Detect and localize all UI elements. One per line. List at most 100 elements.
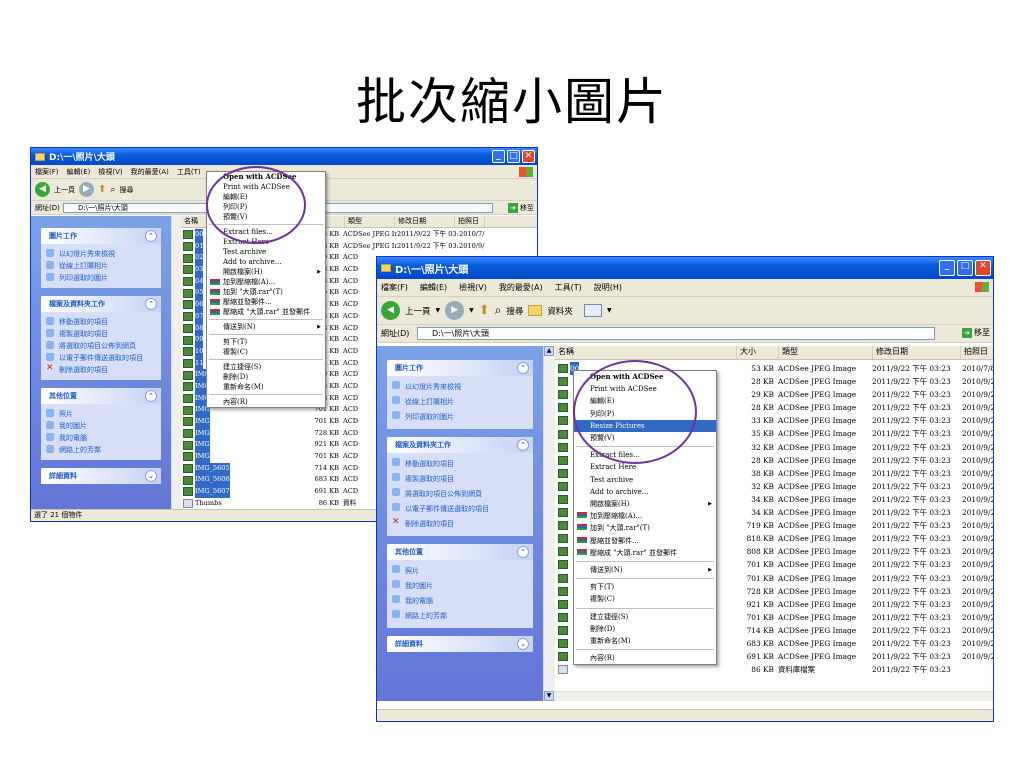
context-menu-item[interactable]: 剪下(T) [574, 581, 716, 593]
back-arrow-icon[interactable]: ◀ [381, 301, 400, 320]
horizontal-scrollbar[interactable] [555, 691, 993, 701]
menu-edit[interactable]: 編輯(E) [67, 167, 91, 177]
back-button-label[interactable]: 上一頁 [54, 185, 75, 195]
task-link[interactable]: 從線上訂購相片 [387, 395, 533, 410]
go-button[interactable]: ➔ 移至 [962, 327, 990, 338]
context-menu-item[interactable]: 壓縮成 "大頭.rar" 並發郵件 [207, 307, 325, 317]
task-link[interactable]: 從線上訂購相片 [41, 260, 161, 272]
chevron-icon[interactable]: ⌃ [517, 362, 529, 374]
search-icon[interactable]: ⌕ [110, 185, 115, 195]
task-link[interactable]: 列印選取的圖片 [387, 410, 533, 425]
search-icon[interactable]: ⌕ [495, 303, 502, 318]
context-menu-item[interactable]: 開啟檔案(H) ▶ [574, 498, 716, 510]
context-menu-item[interactable]: Add to archive... [207, 257, 325, 267]
up-folder-icon[interactable]: ⬆ [479, 303, 490, 318]
task-link[interactable]: 以電子郵件傳送選取的項目 [387, 502, 533, 517]
title-bar[interactable]: D:\一\照片\大頭 _ □ ✕ [377, 257, 993, 279]
menu-file[interactable]: 檔案(F) [381, 282, 408, 293]
task-link[interactable]: 網路上的芳鄰 [387, 609, 533, 624]
chevron-icon[interactable]: ⌄ [145, 470, 157, 482]
task-link[interactable]: 將選取的項目公佈到網頁 [387, 487, 533, 502]
search-button-label[interactable]: 搜尋 [119, 185, 133, 195]
task-pane-scrollbar[interactable]: ▲ ▼ [543, 346, 555, 701]
forward-arrow-icon[interactable]: ▶ [79, 182, 94, 197]
chevron-icon[interactable]: ⌃ [145, 230, 157, 242]
context-menu-item[interactable]: 傳送到(N) ▶ [574, 564, 716, 576]
menu-file[interactable]: 檔案(F) [35, 167, 59, 177]
task-panel-header[interactable]: 其他位置 ⌃ [387, 544, 533, 560]
context-menu-item[interactable]: 重新命名(M) [574, 635, 716, 647]
menu-tools[interactable]: 工具(T) [177, 167, 201, 177]
column-header[interactable]: 類型 [345, 216, 395, 227]
task-link[interactable]: 複製選取的項目 [41, 328, 161, 340]
task-link[interactable]: 我的圖片 [41, 420, 161, 432]
scroll-up-icon[interactable]: ▲ [544, 346, 554, 356]
task-pane-scrollbar[interactable] [171, 216, 181, 511]
close-button[interactable]: ✕ [522, 150, 535, 163]
task-link[interactable]: 我的電腦 [41, 432, 161, 444]
title-bar[interactable]: D:\一\照片\大頭 _ □ ✕ [31, 148, 537, 165]
menu-favorites[interactable]: 我的最愛(A) [499, 282, 543, 293]
context-menu-item[interactable]: Test archive [207, 247, 325, 257]
menu-help[interactable]: 說明(H) [594, 282, 622, 293]
task-link[interactable]: 將選取的項目公佈到網頁 [41, 340, 161, 352]
task-panel-header[interactable]: 檔案及資料夾工作 ⌃ [41, 296, 161, 312]
context-menu-item[interactable]: 刪除(D) [207, 372, 325, 382]
context-menu-item[interactable]: 壓縮成 "大頭.rar" 並發郵件 [574, 547, 716, 559]
chevron-icon[interactable]: ⌃ [517, 546, 529, 558]
chevron-icon[interactable]: ⌄ [517, 638, 529, 650]
task-link[interactable]: 照片 [41, 408, 161, 420]
back-arrow-icon[interactable]: ◀ [35, 182, 50, 197]
task-link[interactable]: 刪除選取的項目 [41, 363, 161, 376]
go-button[interactable]: ➔ 移至 [508, 203, 534, 213]
column-header[interactable]: 拍照日 [961, 346, 993, 359]
column-header[interactable]: 名稱 [555, 346, 737, 359]
column-header[interactable]: 大小 [737, 346, 779, 359]
task-link[interactable]: 列印選取的圖片 [41, 272, 161, 284]
task-link[interactable]: 網路上的芳鄰 [41, 444, 161, 456]
folders-icon[interactable] [528, 305, 543, 316]
task-link[interactable]: 移動選取的項目 [41, 316, 161, 328]
address-input[interactable]: D:\一\照片\大頭 [417, 327, 935, 340]
task-link[interactable]: 以幻燈片秀來檢視 [41, 248, 161, 260]
minimize-button[interactable]: _ [492, 150, 505, 163]
context-menu-item[interactable]: 壓縮並發郵件... [574, 535, 716, 547]
views-icon[interactable] [583, 304, 602, 317]
chevron-icon[interactable]: ⌃ [145, 390, 157, 402]
context-menu-item[interactable]: 加到壓縮檔(A)... [207, 277, 325, 287]
context-menu-item[interactable]: 重新命名(M) [207, 382, 325, 392]
menu-edit[interactable]: 編輯(E) [420, 282, 447, 293]
context-menu-item[interactable]: Test archive [574, 474, 716, 486]
column-header[interactable]: 拍照日 [455, 216, 485, 227]
up-folder-icon[interactable]: ⬆ [98, 184, 106, 195]
context-menu-item[interactable]: 傳送到(N) ▶ [207, 322, 325, 332]
context-menu-item[interactable]: 壓縮並發郵件... [207, 297, 325, 307]
menu-tools[interactable]: 工具(T) [555, 282, 582, 293]
task-link[interactable]: 複製選取的項目 [387, 472, 533, 487]
context-menu-item[interactable]: 內容(R) [574, 652, 716, 664]
forward-arrow-icon[interactable]: ▶ [445, 301, 465, 320]
context-menu-item[interactable]: 複製(C) [574, 593, 716, 605]
maximize-button[interactable]: □ [957, 260, 973, 276]
task-link[interactable]: 照片 [387, 564, 533, 579]
task-panel-header[interactable]: 檔案及資料夾工作 ⌃ [387, 437, 533, 453]
task-link[interactable]: 移動選取的項目 [387, 457, 533, 472]
context-menu-item[interactable]: Add to archive... [574, 486, 716, 498]
search-button-label[interactable]: 搜尋 [506, 305, 523, 317]
menu-favorites[interactable]: 我的最愛(A) [131, 167, 169, 177]
chevron-icon[interactable]: ⌃ [145, 298, 157, 310]
column-header[interactable]: 修改日期 [873, 346, 961, 359]
context-menu-item[interactable]: 建立捷徑(S) [574, 611, 716, 623]
column-header[interactable]: 類型 [779, 346, 873, 359]
context-menu-item[interactable]: 加到壓縮檔(A)... [574, 510, 716, 522]
task-link[interactable]: 我的圖片 [387, 579, 533, 594]
context-menu-item[interactable]: 加到 "大頭.rar"(T) [207, 287, 325, 297]
column-header[interactable]: 修改日期 [395, 216, 455, 227]
scroll-down-icon[interactable]: ▼ [544, 691, 554, 701]
context-menu-item[interactable]: 建立捷徑(S) [207, 362, 325, 372]
task-link[interactable]: 以幻燈片秀來檢視 [387, 380, 533, 395]
task-link[interactable]: 刪除選取的項目 [387, 516, 533, 532]
context-menu-item[interactable]: 開啟檔案(H) ▶ [207, 267, 325, 277]
task-link[interactable]: 以電子郵件傳送選取的項目 [41, 352, 161, 364]
task-panel-header[interactable]: 圖片工作 ⌃ [41, 228, 161, 244]
